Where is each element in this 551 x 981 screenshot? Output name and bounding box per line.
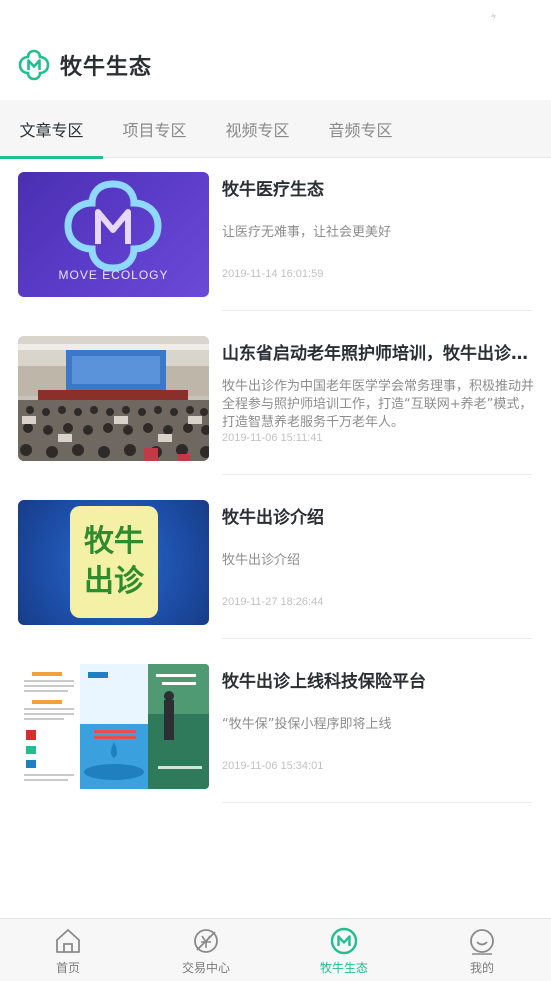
category-tabs: 文章专区 项目专区 视频专区 音频专区 [0, 100, 551, 159]
divider [222, 638, 532, 639]
article-date: 2019-11-27 18:26:44 [222, 596, 324, 608]
article-item[interactable]: 牧牛 出诊 牧牛出诊介绍 牧牛出诊介绍 2019-11-27 18:26:44 [0, 486, 551, 650]
app-logo-icon [18, 49, 50, 81]
divider [222, 310, 532, 311]
brochure-image [18, 664, 209, 789]
status-bar: 2:09 [0, 0, 551, 30]
profile-icon [470, 929, 494, 955]
article-title: 牧牛出诊上线科技保险平台 [222, 672, 426, 692]
tab-label: 项目专区 [122, 121, 187, 140]
article-description: 让医疗无难事，让社会更美好 [222, 225, 392, 240]
tab-label: 音频专区 [328, 121, 393, 140]
nav-ecology[interactable]: 牧牛生态 [294, 919, 394, 981]
home-icon [56, 929, 80, 953]
tab-projects[interactable]: 项目专区 [103, 100, 206, 158]
status-time: 2:09 [507, 6, 541, 25]
nav-home[interactable]: 首页 [18, 919, 118, 981]
article-title: 山东省启动老年照护师培训，牧牛出诊助力 [222, 344, 534, 364]
article-title: 牧牛出诊介绍 [222, 508, 324, 528]
tab-articles[interactable]: 文章专区 [0, 100, 103, 159]
article-date: 2019-11-06 15:34:01 [222, 760, 324, 772]
tab-label: 视频专区 [225, 121, 290, 140]
status-icons: 2:09 [456, 5, 541, 27]
article-description: 牧牛出诊作为中国老年医学学会常务理事，积极推动并全程参与照护师培训工作，打造“互… [222, 379, 535, 430]
screen: 2:09 牧牛生态 文章专区 项目专区 视频专区 音频专区 MOVE ECOLO… [0, 0, 551, 981]
nav-label: 牧牛生态 [319, 961, 368, 975]
tab-videos[interactable]: 视频专区 [206, 100, 309, 158]
nav-trade-center[interactable]: 交易中心 [156, 919, 256, 981]
nav-label: 首页 [55, 961, 80, 975]
nav-label: 我的 [469, 961, 494, 975]
article-title: 牧牛医疗生态 [222, 180, 324, 200]
article-item[interactable]: 牧牛出诊上线科技保险平台 “牧牛保”投保小程序即将上线 2019-11-06 1… [0, 650, 551, 814]
page-title: 牧牛生态 [60, 55, 153, 80]
thumbnail-text: 出诊 [84, 564, 144, 599]
article-description: 牧牛出诊介绍 [222, 553, 301, 568]
conference-photo [18, 336, 209, 461]
trade-icon [194, 929, 218, 953]
battery-icon [486, 6, 500, 26]
divider [222, 474, 532, 475]
thumbnail-card: 牧牛 出诊 [70, 506, 158, 618]
article-thumbnail: MOVE ECOLOGY [18, 172, 209, 297]
article-thumbnail: 牧牛 出诊 [18, 500, 209, 625]
article-description: “牧牛保”投保小程序即将上线 [222, 717, 392, 732]
article-item[interactable]: 山东省启动老年照护师培训，牧牛出诊助力 牧牛出诊作为中国老年医学学会常务理事，积… [0, 322, 551, 486]
tab-audio[interactable]: 音频专区 [309, 100, 412, 158]
nav-label: 交易中心 [181, 961, 230, 975]
thumbnail-text: 牧牛 [84, 524, 144, 559]
app-header: 牧牛生态 [0, 30, 551, 100]
thumbnail-caption: MOVE ECOLOGY [58, 268, 169, 282]
article-thumbnail [18, 664, 209, 789]
divider [222, 802, 532, 803]
article-date: 2019-11-06 15:11:41 [222, 432, 323, 444]
article-item[interactable]: MOVE ECOLOGY 牧牛医疗生态 让医疗无难事，让社会更美好 2019-1… [0, 158, 551, 322]
tab-label: 文章专区 [19, 121, 84, 140]
bottom-nav: 首页 交易中心 牧牛生态 我的 [0, 918, 551, 981]
ecology-icon [330, 927, 358, 955]
article-thumbnail [18, 336, 209, 461]
nav-profile[interactable]: 我的 [432, 919, 532, 981]
wifi-icon [456, 7, 479, 24]
article-date: 2019-11-14 16:01:59 [222, 268, 324, 280]
